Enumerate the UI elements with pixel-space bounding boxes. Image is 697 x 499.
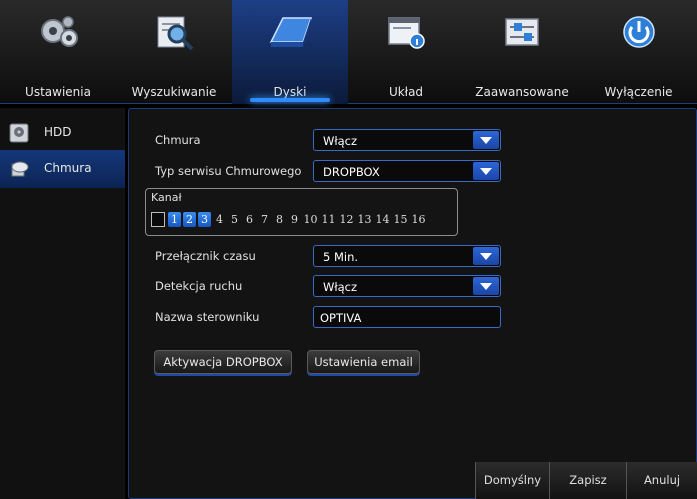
tab-label: Ustawienia — [25, 85, 91, 99]
chmura-dropdown[interactable]: Włącz — [313, 129, 501, 151]
hdd-icon — [9, 123, 29, 143]
sidebar-item-label: Chmura — [44, 161, 92, 175]
channel-1[interactable]: 1 — [168, 212, 181, 227]
channel-16[interactable]: 16 — [410, 212, 427, 227]
przelacznik-czasu-value: 5 Min. — [323, 250, 359, 264]
typ-serwisu-label: Typ serwisu Chmurowego — [155, 164, 302, 178]
ustawienia-email-button[interactable]: Ustawienia email — [307, 350, 420, 374]
chevron-down-icon[interactable] — [473, 131, 499, 149]
channel-5[interactable]: 5 — [228, 212, 241, 227]
sliders-icon — [505, 18, 539, 46]
przelacznik-czasu-label: Przełącznik czasu — [155, 249, 256, 263]
zapisz-button[interactable]: Zapisz — [549, 462, 626, 499]
channel-15[interactable]: 15 — [392, 212, 409, 227]
channel-2[interactable]: 2 — [183, 212, 196, 227]
kanal-group: Kanał 1 2 3 4 5 6 7 8 9 10 11 12 13 14 1… — [145, 188, 458, 236]
channel-13[interactable]: 13 — [356, 212, 373, 227]
channel-3[interactable]: 3 — [198, 212, 211, 227]
tab-label: Wyłączenie — [604, 85, 673, 99]
chmura-label: Chmura — [155, 133, 201, 147]
domyslny-button[interactable]: Domyślny — [475, 462, 549, 499]
channel-14[interactable]: 14 — [374, 212, 391, 227]
tab-dyski[interactable]: Dyski — [232, 0, 348, 104]
channel-10[interactable]: 10 — [302, 212, 319, 227]
tab-ustawienia[interactable]: Ustawienia — [0, 0, 116, 104]
tab-zaawansowane[interactable]: Zaawansowane — [464, 0, 580, 104]
kanal-select-all-checkbox[interactable] — [151, 212, 165, 227]
tab-label: Dyski — [273, 85, 307, 99]
sidebar-item-chmura[interactable]: Chmura — [0, 150, 125, 188]
chevron-down-icon[interactable] — [473, 247, 499, 265]
nazwa-sterowniku-value: OPTIVA — [320, 311, 362, 325]
power-icon — [623, 16, 655, 48]
nazwa-sterowniku-input[interactable]: OPTIVA — [313, 306, 501, 328]
typ-serwisu-dropdown[interactable]: DROPBOX — [313, 160, 501, 182]
channel-6[interactable]: 6 — [243, 212, 256, 227]
kanal-label: Kanał — [151, 191, 182, 204]
chevron-down-icon[interactable] — [473, 277, 499, 295]
channel-7[interactable]: 7 — [258, 212, 271, 227]
magnifier-icon — [157, 16, 194, 51]
channel-9[interactable]: 9 — [288, 212, 301, 227]
top-tab-bar: Ustawienia Wyszukiwanie Dyski Układ Zaaw… — [0, 0, 697, 104]
tab-label: Układ — [388, 85, 424, 99]
sidebar-item-label: HDD — [44, 125, 72, 139]
gears-icon — [41, 16, 78, 47]
detekcja-ruchu-value: Włącz — [323, 280, 358, 294]
channel-11[interactable]: 11 — [320, 212, 337, 227]
tab-label: Zaawansowane — [475, 85, 569, 99]
sidebar-item-hdd[interactable]: HDD — [0, 114, 125, 152]
channel-8[interactable]: 8 — [273, 212, 286, 227]
channel-4[interactable]: 4 — [213, 212, 226, 227]
aktywacja-dropbox-button[interactable]: Aktywacja DROPBOX — [154, 350, 292, 374]
nazwa-sterowniku-label: Nazwa sterowniku — [155, 310, 260, 324]
cloud-settings-panel: Chmura Włącz Typ serwisu Chmurowego DROP… — [128, 108, 697, 499]
chmura-value: Włącz — [323, 134, 358, 148]
detekcja-ruchu-dropdown[interactable]: Włącz — [313, 275, 501, 297]
przelacznik-czasu-dropdown[interactable]: 5 Min. — [313, 245, 501, 267]
sidebar: HDD Chmura — [0, 108, 125, 499]
channel-12[interactable]: 12 — [338, 212, 355, 227]
info-window-icon — [388, 17, 425, 49]
cloud-icon — [11, 161, 29, 177]
typ-serwisu-value: DROPBOX — [323, 165, 380, 179]
anuluj-button[interactable]: Anuluj — [626, 462, 697, 499]
tab-wylaczenie[interactable]: Wyłączenie — [580, 0, 697, 104]
tab-wyszukiwanie[interactable]: Wyszukiwanie — [116, 0, 232, 104]
tab-uklad[interactable]: Układ — [348, 0, 464, 104]
detekcja-ruchu-label: Detekcja ruchu — [155, 279, 243, 293]
chevron-down-icon[interactable] — [473, 162, 499, 180]
tab-label: Wyszukiwanie — [131, 85, 217, 99]
disk-icon — [269, 17, 313, 47]
